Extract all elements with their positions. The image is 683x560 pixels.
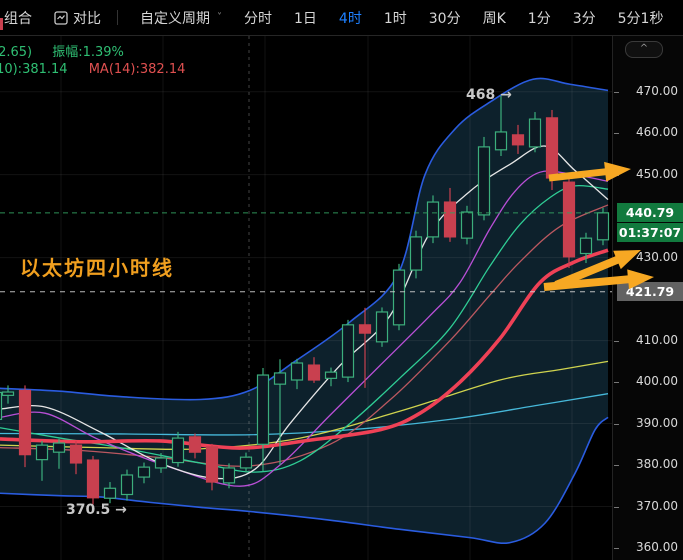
toolbar-separator — [117, 10, 118, 25]
tab-period-10[interactable]: 3分 — [573, 8, 596, 28]
axis-tick-mark — [614, 424, 619, 425]
candle-countdown-badge: 01:37:07 — [617, 223, 683, 242]
indicator-row-2: (10):381.14 MA(14):382.14 — [0, 62, 185, 77]
axis-tick-mark — [614, 465, 619, 466]
symbol-annotation: 以太坊四小时线 — [20, 252, 174, 281]
amplitude-value: 振幅:1.39% — [52, 45, 124, 60]
axis-tick-label: 370.00 — [636, 499, 678, 513]
indicator-value-left: (2.65) — [0, 45, 32, 60]
current-price-badge: 440.79 — [617, 203, 683, 222]
tab-label: 自定义周期 — [140, 8, 210, 28]
axis-tick-mark — [614, 507, 619, 508]
period-1sec[interactable]: 1秒 — [641, 8, 664, 28]
tab-label: 周K — [483, 8, 506, 28]
collapse-axis-icon[interactable]: ^ — [625, 41, 663, 58]
tab-period-7[interactable]: 30分 — [429, 8, 461, 28]
axis-tick-label: 460.00 — [636, 125, 678, 139]
candlestick-chart[interactable] — [0, 35, 612, 560]
tab-label: 4时 — [339, 8, 362, 28]
tab-label: 1时 — [384, 8, 407, 28]
axis-tick-mark — [614, 175, 619, 176]
tab-period-11[interactable]: 5分 — [618, 8, 641, 28]
axis-tick-label: 360.00 — [636, 540, 678, 554]
chart-toolbar: 组合 对比 自定义周期 ˅ 分时 1日 4时 1时 30分 周K 1分 3分 5分 1秒 — [0, 0, 683, 36]
axis-tick-label: 410.00 — [636, 333, 678, 347]
tab-label: 1分 — [528, 8, 551, 28]
tab-label: 对比 — [73, 8, 101, 28]
axis-tick-label: 430.00 — [636, 250, 678, 264]
axis-tick-mark — [614, 382, 619, 383]
tab-label: 30分 — [429, 8, 461, 28]
axis-tick-mark — [614, 92, 619, 93]
ma14-value: MA(14):382.14 — [89, 62, 186, 77]
tab-period-2[interactable]: 自定义周期 ˅ — [140, 8, 222, 28]
axis-tick-mark — [614, 341, 619, 342]
tab-period-6[interactable]: 1时 — [384, 8, 407, 28]
tab-period-5[interactable]: 4时 — [339, 8, 362, 28]
compare-chart-icon — [54, 11, 68, 25]
axis-tick-label: 380.00 — [636, 457, 678, 471]
low-price-annotation: 370.5 → — [66, 502, 127, 518]
clipped-icon-fragment — [0, 18, 3, 30]
tab-label: 1日 — [294, 8, 317, 28]
tab-period-1[interactable]: 对比 — [54, 8, 101, 28]
indicator-row-1: (2.65) 振幅:1.39% — [0, 41, 124, 60]
tab-period-0[interactable]: 组合 — [4, 8, 32, 28]
axis-tick-label: 450.00 — [636, 167, 678, 181]
tab-label: 5分 — [618, 8, 641, 28]
tab-period-4[interactable]: 1日 — [294, 8, 317, 28]
axis-tick-mark — [614, 133, 619, 134]
secondary-level-badge: 421.79 — [617, 282, 683, 301]
axis-tick-mark — [614, 548, 619, 549]
axis-tick-mark — [614, 258, 619, 259]
axis-tick-label: 400.00 — [636, 374, 678, 388]
price-axis[interactable]: ^ 470.00 460.00 450.00 430.00 410.00 400.00 39… — [612, 35, 683, 560]
axis-tick-label: 470.00 — [636, 84, 678, 98]
high-price-annotation: 468 → — [466, 87, 512, 103]
tab-label: 组合 — [4, 8, 32, 28]
axis-tick-label: 390.00 — [636, 416, 678, 430]
tab-period-9[interactable]: 1分 — [528, 8, 551, 28]
ma10-value: (10):381.14 — [0, 62, 68, 77]
tab-label: 3分 — [573, 8, 596, 28]
tab-period-3[interactable]: 分时 — [244, 8, 272, 28]
chevron-down-icon: ˅ — [217, 12, 222, 23]
tab-label: 分时 — [244, 8, 272, 28]
toolbar-right-group: 1秒 — [641, 7, 683, 28]
tab-period-8[interactable]: 周K — [483, 8, 506, 28]
